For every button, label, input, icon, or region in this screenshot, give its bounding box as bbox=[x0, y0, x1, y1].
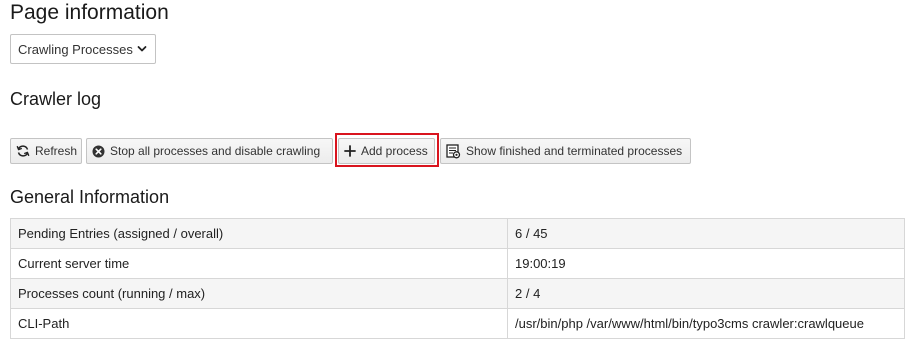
row-value: 2 / 4 bbox=[507, 278, 905, 309]
show-finished-label: Show finished and terminated processes bbox=[466, 144, 683, 158]
table-row: CLI-Path /usr/bin/php /var/www/html/bin/… bbox=[10, 308, 905, 339]
plus-icon bbox=[344, 145, 356, 157]
crawler-log-title: Crawler log bbox=[10, 89, 102, 109]
stop-circle-icon bbox=[92, 145, 105, 157]
view-select-dropdown[interactable]: Crawling Processes bbox=[10, 34, 156, 64]
table-row: Current server time 19:00:19 bbox=[10, 248, 905, 279]
refresh-icon bbox=[16, 145, 30, 157]
row-value: 19:00:19 bbox=[507, 248, 905, 279]
general-information-title: General Information bbox=[10, 187, 170, 207]
refresh-button-label: Refresh bbox=[35, 144, 78, 158]
table-row: Processes count (running / max) 2 / 4 bbox=[10, 278, 905, 309]
row-label: CLI-Path bbox=[10, 308, 508, 339]
show-finished-processes-button[interactable]: Show finished and terminated processes bbox=[440, 138, 691, 164]
page-root: Page information Crawling Processes Craw… bbox=[0, 0, 905, 359]
stop-all-processes-button[interactable]: Stop all processes and disable crawling bbox=[86, 138, 333, 164]
refresh-button[interactable]: Refresh bbox=[10, 138, 82, 164]
row-value: 6 / 45 bbox=[507, 218, 905, 249]
view-select-value: Crawling Processes bbox=[18, 41, 133, 57]
page-title: Page information bbox=[10, 1, 169, 24]
row-label: Processes count (running / max) bbox=[10, 278, 508, 309]
general-information-table: Pending Entries (assigned / overall) 6 /… bbox=[10, 218, 905, 339]
add-process-label: Add process bbox=[361, 144, 428, 158]
row-label: Pending Entries (assigned / overall) bbox=[10, 218, 508, 249]
chevron-down-icon bbox=[137, 46, 147, 52]
row-value: /usr/bin/php /var/www/html/bin/typo3cms … bbox=[507, 308, 905, 339]
document-view-icon bbox=[446, 143, 461, 158]
add-process-button[interactable]: Add process bbox=[338, 138, 435, 164]
table-row: Pending Entries (assigned / overall) 6 /… bbox=[10, 218, 905, 249]
row-label: Current server time bbox=[10, 248, 508, 279]
stop-all-processes-label: Stop all processes and disable crawling bbox=[110, 144, 321, 158]
